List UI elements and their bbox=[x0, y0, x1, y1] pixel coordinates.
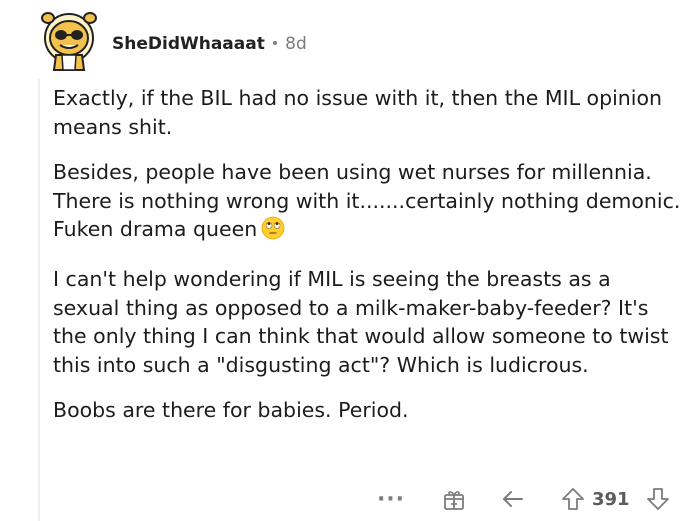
paragraph-text: I can't help wondering if MIL is seeing … bbox=[53, 266, 669, 377]
award-button[interactable] bbox=[440, 482, 468, 516]
upvote-arrow-icon bbox=[562, 488, 584, 510]
downvote-arrow-icon bbox=[647, 488, 669, 510]
comment-age[interactable]: 8d bbox=[285, 34, 307, 54]
comment-body: Exactly, if the BIL had no issue with it… bbox=[53, 84, 683, 442]
paragraph-text: Boobs are there for babies. Period. bbox=[53, 398, 409, 423]
more-options-button[interactable]: ··· bbox=[374, 482, 408, 516]
paragraph-text: Exactly, if the BIL had no issue with it… bbox=[53, 86, 662, 139]
award-icon bbox=[444, 491, 464, 510]
thread-line[interactable] bbox=[38, 78, 40, 521]
comment-paragraph: Exactly, if the BIL had no issue with it… bbox=[53, 84, 683, 141]
rolling-eyes-emoji-icon bbox=[261, 216, 285, 248]
user-avatar[interactable] bbox=[40, 8, 98, 72]
comment-paragraph: Boobs are there for babies. Period. bbox=[53, 396, 683, 425]
comment-paragraph: Besides, people have been using wet nurs… bbox=[53, 158, 683, 248]
vote-score: 391 bbox=[592, 489, 630, 510]
comment-author[interactable]: SheDidWhaaaat bbox=[112, 34, 265, 54]
comment-action-bar: ··· 391 bbox=[0, 482, 700, 516]
reply-button[interactable] bbox=[498, 482, 528, 516]
comment-header: SheDidWhaaaat • 8d bbox=[112, 34, 307, 54]
meta-separator: • bbox=[270, 36, 280, 52]
downvote-button[interactable] bbox=[645, 482, 671, 516]
paragraph-text: Besides, people have been using wet nurs… bbox=[53, 160, 681, 242]
comment-paragraph: I can't help wondering if MIL is seeing … bbox=[53, 265, 683, 379]
avatar-image bbox=[41, 12, 97, 71]
reply-icon bbox=[503, 491, 523, 507]
upvote-button[interactable] bbox=[560, 482, 586, 516]
